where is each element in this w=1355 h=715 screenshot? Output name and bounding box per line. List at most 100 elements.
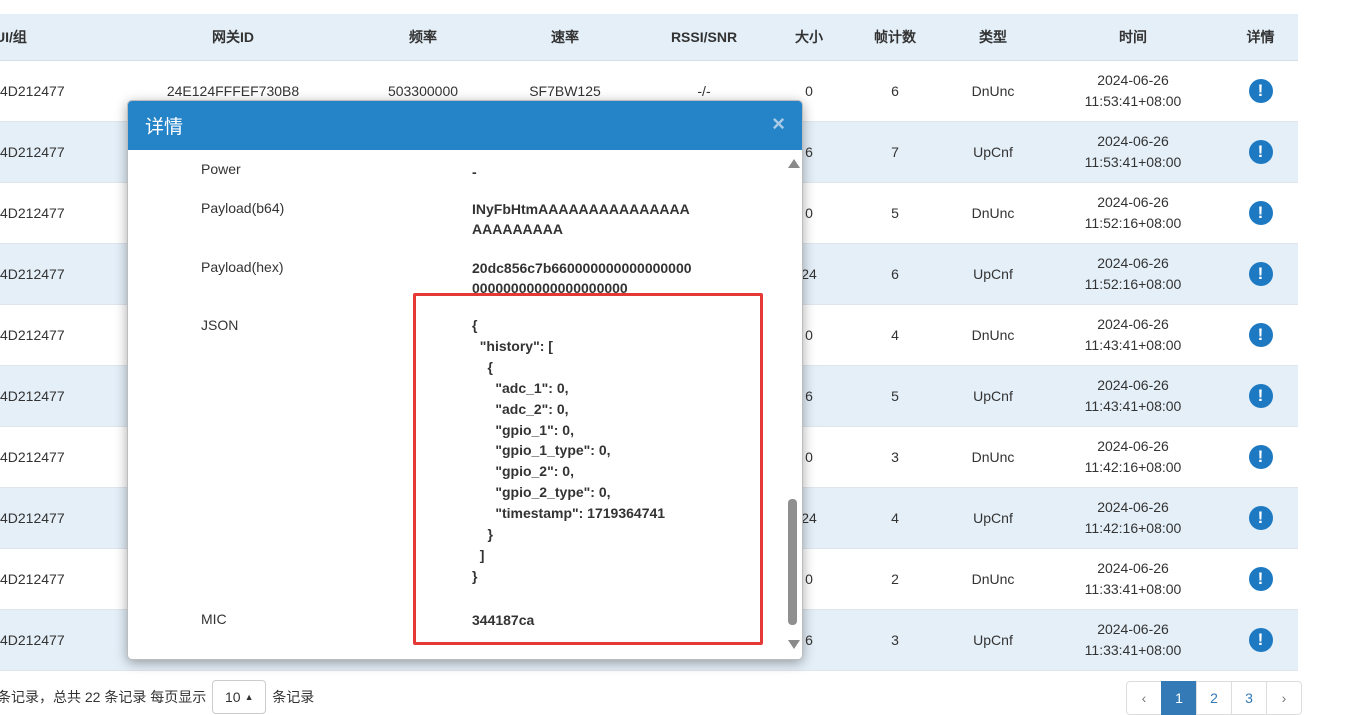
- cell-fcnt: 6: [891, 266, 899, 282]
- col-header-rssi-snr[interactable]: RSSI/SNR: [637, 29, 771, 45]
- cell-type: DnUnc: [971, 571, 1015, 587]
- cell-type: DnUnc: [971, 449, 1015, 465]
- cell-time: 2024-06-26 11:52:16+08:00: [1043, 192, 1223, 234]
- cell-date: 2024-06-26: [1097, 560, 1169, 576]
- scroll-up-arrow-icon[interactable]: [788, 159, 800, 168]
- cell-fcnt: 7: [891, 144, 899, 160]
- cell-time: 2024-06-26 11:43:41+08:00: [1043, 314, 1223, 356]
- cell-eui: 4D212477: [0, 571, 65, 587]
- cell-time: 2024-06-26 11:42:16+08:00: [1043, 436, 1223, 478]
- cell-type: UpCnf: [973, 144, 1013, 160]
- cell-clock: 11:43:41+08:00: [1084, 398, 1182, 414]
- info-icon[interactable]: !: [1248, 323, 1273, 347]
- col-header-eui[interactable]: UI/组: [0, 27, 113, 47]
- cell-type: UpCnf: [973, 510, 1013, 526]
- info-icon[interactable]: !: [1248, 384, 1273, 408]
- cell-date: 2024-06-26: [1097, 133, 1169, 149]
- cell-eui: 4D212477: [0, 510, 65, 526]
- cell-detail: !: [1223, 79, 1298, 103]
- modal-header: 详情 ×: [128, 101, 802, 150]
- cell-fcnt: 5: [891, 388, 899, 404]
- info-icon[interactable]: !: [1248, 140, 1273, 164]
- modal-body[interactable]: Power - Payload(b64) INyFbHtmAAAAAAAAAAA…: [128, 151, 784, 659]
- col-header-frequency[interactable]: 频率: [353, 27, 493, 47]
- cell-type: DnUnc: [971, 205, 1015, 221]
- col-header-size[interactable]: 大小: [771, 27, 847, 47]
- cell-clock: 11:33:41+08:00: [1084, 581, 1182, 597]
- modal-scrollbar[interactable]: [785, 151, 802, 659]
- cell-type: DnUnc: [971, 327, 1015, 343]
- cell-detail: !: [1223, 384, 1298, 408]
- cell-time: 2024-06-26 11:33:41+08:00: [1043, 619, 1223, 661]
- cell-date: 2024-06-26: [1097, 255, 1169, 271]
- close-icon[interactable]: ×: [772, 111, 785, 137]
- cell-time: 2024-06-26 11:52:16+08:00: [1043, 253, 1223, 295]
- info-icon[interactable]: !: [1248, 506, 1273, 530]
- cell-eui: 4D212477: [0, 632, 65, 648]
- cell-time: 2024-06-26 11:53:41+08:00: [1043, 70, 1223, 112]
- field-value-power: -: [472, 164, 477, 180]
- info-icon[interactable]: !: [1248, 201, 1273, 225]
- cell-detail: !: [1223, 262, 1298, 286]
- cell-fcnt: 4: [891, 510, 899, 526]
- field-label-power: Power: [201, 161, 241, 177]
- cell-detail: !: [1223, 140, 1298, 164]
- field-label-json: JSON: [201, 317, 239, 333]
- field-label-payload-b64: Payload(b64): [201, 200, 285, 216]
- scrollbar-thumb[interactable]: [788, 499, 797, 625]
- cell-eui: 4D212477: [0, 83, 65, 99]
- cell-fcnt: 5: [891, 205, 899, 221]
- highlight-annotation-box: [413, 293, 763, 645]
- cell-detail: !: [1223, 201, 1298, 225]
- table-footer: 条记录，总共 22 条记录 每页显示 10 ▲ 条记录: [0, 680, 315, 714]
- cell-type: DnUnc: [971, 83, 1015, 99]
- cell-time: 2024-06-26 11:33:41+08:00: [1043, 558, 1223, 600]
- cell-eui: 4D212477: [0, 144, 65, 160]
- cell-frequency: 503300000: [387, 83, 459, 99]
- field-label-payload-hex: Payload(hex): [201, 259, 284, 275]
- cell-fcnt: 3: [891, 632, 899, 648]
- col-header-type[interactable]: 类型: [943, 27, 1043, 47]
- cell-date: 2024-06-26: [1097, 438, 1169, 454]
- col-header-rate[interactable]: 速率: [493, 27, 637, 47]
- info-icon[interactable]: !: [1248, 567, 1273, 591]
- cell-fcnt: 3: [891, 449, 899, 465]
- cell-time: 2024-06-26 11:42:16+08:00: [1043, 497, 1223, 539]
- record-suffix: 条记录: [272, 689, 315, 705]
- cell-clock: 11:53:41+08:00: [1084, 154, 1182, 170]
- cell-detail: !: [1223, 567, 1298, 591]
- cell-type: UpCnf: [973, 388, 1013, 404]
- info-icon[interactable]: !: [1248, 262, 1273, 286]
- cell-fcnt: 2: [891, 571, 899, 587]
- page-size-select[interactable]: 10 ▲: [212, 680, 267, 714]
- cell-date: 2024-06-26: [1097, 316, 1169, 332]
- cell-clock: 11:33:41+08:00: [1084, 642, 1182, 658]
- cell-fcnt: 6: [891, 83, 899, 99]
- modal-title: 详情: [145, 117, 184, 138]
- cell-type: UpCnf: [973, 266, 1013, 282]
- caret-up-icon: ▲: [244, 692, 254, 702]
- cell-clock: 11:52:16+08:00: [1084, 215, 1182, 231]
- cell-date: 2024-06-26: [1097, 499, 1169, 515]
- cell-date: 2024-06-26: [1097, 72, 1169, 88]
- detail-modal: 详情 × Power - Payload(b64) INyFbHtmAAAAAA…: [127, 100, 803, 660]
- cell-eui: 4D212477: [0, 266, 65, 282]
- scroll-down-arrow-icon[interactable]: [788, 640, 800, 649]
- cell-detail: !: [1223, 445, 1298, 469]
- field-value-payload-b64: INyFbHtmAAAAAAAAAAAAAAAAAAAAAAAA: [472, 201, 690, 237]
- info-icon[interactable]: !: [1248, 79, 1273, 103]
- cell-detail: !: [1223, 323, 1298, 347]
- cell-eui: 4D212477: [0, 327, 65, 343]
- info-icon[interactable]: !: [1248, 628, 1273, 652]
- info-icon[interactable]: !: [1248, 445, 1273, 469]
- col-header-gateway[interactable]: 网关ID: [113, 27, 353, 47]
- col-header-detail[interactable]: 详情: [1223, 27, 1298, 47]
- cell-time: 2024-06-26 11:53:41+08:00: [1043, 131, 1223, 173]
- cell-date: 2024-06-26: [1097, 621, 1169, 637]
- col-header-fcnt[interactable]: 帧计数: [847, 27, 943, 47]
- col-header-time[interactable]: 时间: [1043, 27, 1223, 48]
- cell-time: 2024-06-26 11:43:41+08:00: [1043, 375, 1223, 417]
- cell-clock: 11:42:16+08:00: [1084, 520, 1182, 536]
- cell-eui: 4D212477: [0, 388, 65, 404]
- table-header: UI/组 网关ID 频率 速率 RSSI/SNR 大小 帧计数 类型 时间 详情: [0, 14, 1298, 61]
